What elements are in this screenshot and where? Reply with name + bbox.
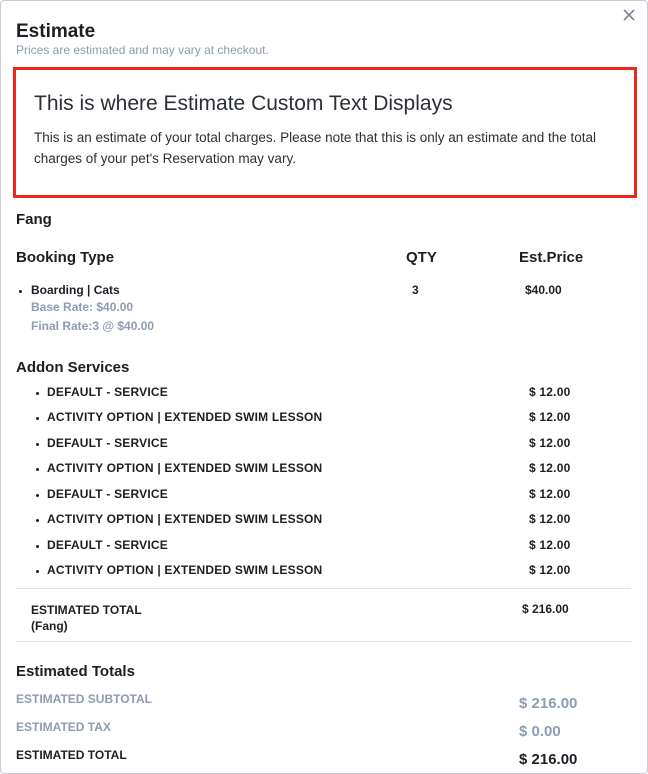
addon-name: ACTIVITY OPTION | EXTENDED SWIM LESSON xyxy=(47,461,323,475)
modal-subtitle: Prices are estimated and may vary at che… xyxy=(16,43,269,57)
booking-price: $40.00 xyxy=(525,283,562,297)
addon-bullet xyxy=(36,545,39,548)
custom-text-box: This is where Estimate Custom Text Displ… xyxy=(13,67,637,198)
tax-value: $ 0.00 xyxy=(519,723,561,740)
booking-qty: 3 xyxy=(412,283,419,297)
custom-text-title: This is where Estimate Custom Text Displ… xyxy=(34,92,453,115)
addon-price: $ 12.00 xyxy=(529,436,571,450)
addon-bullet xyxy=(36,392,39,395)
pet-estimated-total-value: $ 216.00 xyxy=(522,602,569,616)
addon-price: $ 12.00 xyxy=(529,487,571,501)
estimated-totals-header: Estimated Totals xyxy=(16,663,135,680)
custom-text-body: This is an estimate of your total charge… xyxy=(34,130,597,166)
addon-name: DEFAULT - SERVICE xyxy=(47,436,168,450)
pet-name: Fang xyxy=(16,211,52,228)
modal-title: Estimate xyxy=(16,21,96,42)
subtotal-label: ESTIMATED SUBTOTAL xyxy=(16,692,152,706)
total-label: ESTIMATED TOTAL xyxy=(16,748,127,762)
addon-name: ACTIVITY OPTION | EXTENDED SWIM LESSON xyxy=(47,410,323,424)
booking-bullet xyxy=(19,290,22,293)
addon-price: $ 12.00 xyxy=(529,385,571,399)
addon-item: ACTIVITY OPTION | EXTENDED SWIM LESSON $… xyxy=(1,512,648,532)
addon-name: DEFAULT - SERVICE xyxy=(47,385,168,399)
tax-label: ESTIMATED TAX xyxy=(16,720,111,734)
price-header: Est.Price xyxy=(519,249,584,266)
pet-estimated-total-text: ESTIMATED TOTAL xyxy=(31,603,142,617)
qty-header: QTY xyxy=(406,249,437,266)
base-rate: Base Rate: $40.00 xyxy=(31,300,134,314)
estimate-modal: Estimate Prices are estimated and may va… xyxy=(0,0,648,774)
booking-name: Boarding | Cats xyxy=(31,283,120,297)
divider xyxy=(16,641,631,642)
addon-item: DEFAULT - SERVICE $ 12.00 xyxy=(1,487,648,507)
addon-price: $ 12.00 xyxy=(529,461,571,475)
final-rate: Final Rate:3 @ $40.00 xyxy=(31,319,155,333)
addon-name: ACTIVITY OPTION | EXTENDED SWIM LESSON xyxy=(47,512,323,526)
subtotal-value: $ 216.00 xyxy=(519,695,578,712)
close-icon[interactable] xyxy=(619,5,639,25)
addon-name: DEFAULT - SERVICE xyxy=(47,538,168,552)
addon-item: DEFAULT - SERVICE $ 12.00 xyxy=(1,436,648,456)
addon-price: $ 12.00 xyxy=(529,563,571,577)
addon-price: $ 12.00 xyxy=(529,538,571,552)
addon-services-header: Addon Services xyxy=(16,359,130,376)
addon-bullet xyxy=(36,443,39,446)
addon-item: ACTIVITY OPTION | EXTENDED SWIM LESSON $… xyxy=(1,563,648,583)
addon-bullet xyxy=(36,570,39,573)
addon-item: DEFAULT - SERVICE $ 12.00 xyxy=(1,385,648,405)
addon-item: ACTIVITY OPTION | EXTENDED SWIM LESSON $… xyxy=(1,410,648,430)
addon-bullet xyxy=(36,417,39,420)
booking-type-header: Booking Type xyxy=(16,249,115,266)
pet-estimated-total-pet: (Fang) xyxy=(31,619,68,633)
addon-bullet xyxy=(36,468,39,471)
pet-estimated-total-label: ESTIMATED TOTAL (Fang) xyxy=(31,602,142,634)
addon-name: ACTIVITY OPTION | EXTENDED SWIM LESSON xyxy=(47,563,323,577)
addon-item: DEFAULT - SERVICE $ 12.00 xyxy=(1,538,648,558)
addon-bullet xyxy=(36,494,39,497)
addon-bullet xyxy=(36,519,39,522)
divider xyxy=(16,588,631,589)
addon-price: $ 12.00 xyxy=(529,512,571,526)
addon-price: $ 12.00 xyxy=(529,410,571,424)
addon-item: ACTIVITY OPTION | EXTENDED SWIM LESSON $… xyxy=(1,461,648,481)
total-value: $ 216.00 xyxy=(519,751,578,768)
addon-name: DEFAULT - SERVICE xyxy=(47,487,168,501)
